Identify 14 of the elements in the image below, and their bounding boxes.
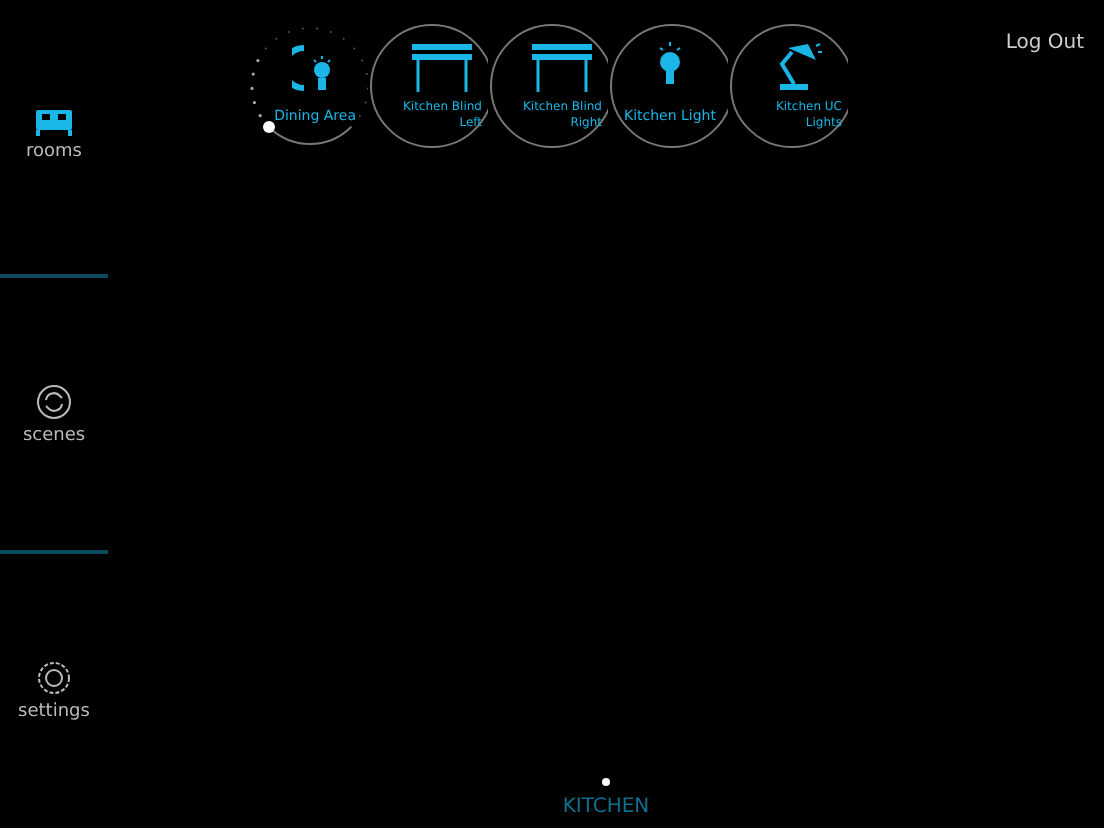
blind-icon — [412, 44, 472, 92]
sidebar-item[interactable]: settings — [18, 660, 90, 723]
sidebar-item[interactable]: scenes — [22, 383, 86, 445]
refresh-icon — [35, 383, 72, 419]
bed-icon — [35, 110, 72, 137]
settings-icon — [35, 660, 72, 697]
blind-icon — [532, 44, 592, 92]
desk-lamp-icon — [776, 40, 824, 92]
room-title: KITCHEN — [562, 796, 650, 818]
light-bulb-icon — [656, 40, 684, 88]
page-dot[interactable] — [602, 778, 610, 786]
dimmer-bulb-icon — [292, 44, 336, 96]
logout-link[interactable]: Log Out — [1005, 32, 1084, 54]
sidebar-item[interactable]: rooms — [26, 110, 82, 163]
